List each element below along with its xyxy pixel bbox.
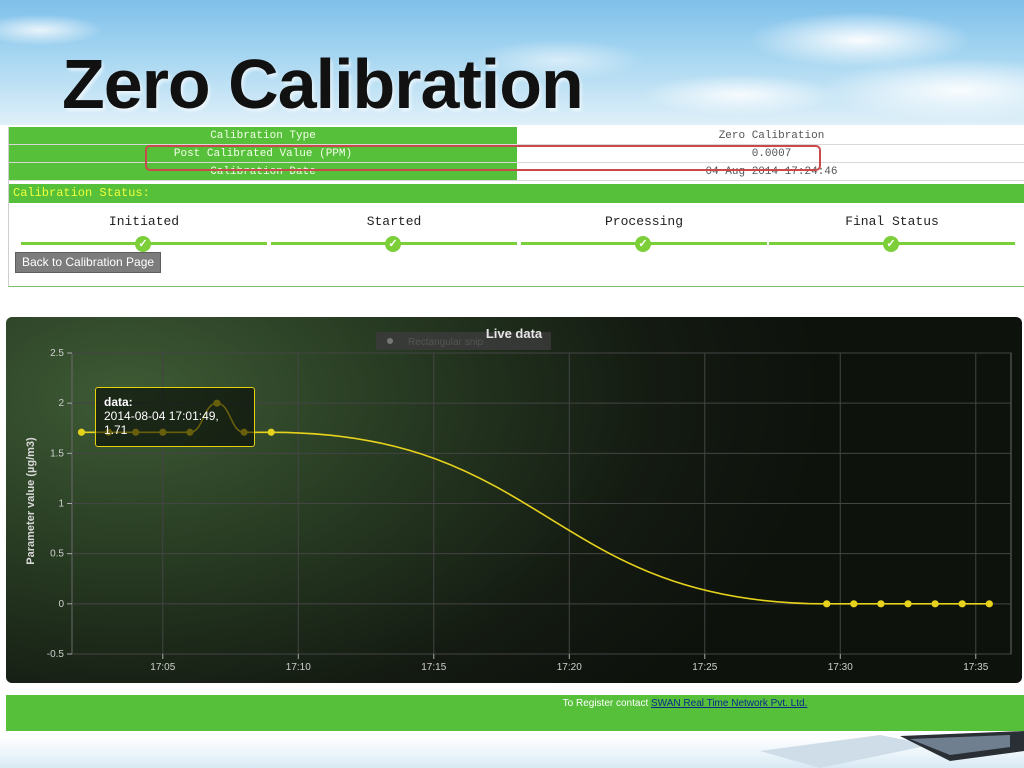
slide-title: Zero Calibration xyxy=(62,45,584,123)
y-tick-label: 0 xyxy=(58,599,64,610)
highlight-box xyxy=(145,145,821,171)
x-tick-label: 17:05 xyxy=(150,662,175,673)
step-started: Started ✓ xyxy=(271,209,517,252)
y-tick-label: 2 xyxy=(58,398,64,409)
y-tick-label: 1 xyxy=(58,499,64,510)
check-icon: ✓ xyxy=(635,236,651,252)
data-point[interactable] xyxy=(77,428,86,436)
x-tick-label: 17:30 xyxy=(828,662,853,673)
footer-text: To Register contact xyxy=(562,698,652,709)
info-row-type: Calibration Type Zero Calibration xyxy=(9,127,1024,145)
x-tick-label: 17:20 xyxy=(557,662,582,673)
x-tick-label: 17:10 xyxy=(286,662,311,673)
tooltip-value: 1.71 xyxy=(104,423,128,437)
y-tick-label: 1.5 xyxy=(50,448,64,459)
y-tick-label: 0.5 xyxy=(50,549,64,560)
data-point[interactable] xyxy=(904,600,912,608)
step-final-status: Final Status ✓ xyxy=(769,209,1015,252)
data-point[interactable] xyxy=(985,600,993,608)
step-label: Final Status xyxy=(845,214,939,229)
y-tick-label: -0.5 xyxy=(47,649,65,660)
info-label: Calibration Type xyxy=(9,127,518,144)
laptop-icon xyxy=(760,731,1024,768)
check-icon: ✓ xyxy=(883,236,899,252)
step-label: Initiated xyxy=(108,214,180,229)
data-point[interactable] xyxy=(267,428,275,436)
step-label: Processing xyxy=(604,214,683,229)
data-point[interactable] xyxy=(931,600,939,608)
calibration-panel: Calibration Type Zero Calibration Post C… xyxy=(8,127,1024,287)
x-tick-label: 17:25 xyxy=(692,662,717,673)
back-to-calibration-button[interactable]: Back to Calibration Page xyxy=(15,252,162,273)
x-tick-label: 17:35 xyxy=(963,662,988,673)
info-value: Zero Calibration xyxy=(518,127,1024,144)
footer-link[interactable]: SWAN Real Time Network Pvt. Ltd. xyxy=(651,698,807,709)
y-axis-title: Parameter value (µg/m3) xyxy=(25,437,37,565)
live-data-chart: 2.5 2 1.5 1 0.5 0 -0.5 17:05 17:10 17:15 17:20 17:2… xyxy=(6,317,1022,683)
step-initiated: Initiated ✓ xyxy=(21,209,267,252)
chart-tooltip: data: 2014-08-04 17:01:49, 1.71 xyxy=(95,387,255,447)
calibration-status-bar: Calibration Status: xyxy=(9,184,1024,203)
footer: To Register contact SWAN Real Time Netwo… xyxy=(6,695,1024,731)
step-processing: Processing ✓ xyxy=(521,209,767,252)
calibration-steps: Initiated ✓ Started ✓ Processing ✓ Final… xyxy=(9,209,1024,252)
check-icon: ✓ xyxy=(135,236,151,252)
chart-title: Live data xyxy=(486,326,543,341)
data-point[interactable] xyxy=(958,600,966,608)
gear-icon xyxy=(387,338,393,344)
chart-canvas: 2.5 2 1.5 1 0.5 0 -0.5 17:05 17:10 17:15 17:20 17:2… xyxy=(25,326,1012,673)
check-icon: ✓ xyxy=(385,236,401,252)
x-tick-label: 17:15 xyxy=(421,662,446,673)
tooltip-time: 2014-08-04 17:01:49, xyxy=(104,409,219,423)
data-point[interactable] xyxy=(823,600,831,608)
chart-menu-label: Rectangular snip xyxy=(408,337,483,348)
y-tick-label: 2.5 xyxy=(50,348,64,359)
step-label: Started xyxy=(366,214,422,229)
data-point[interactable] xyxy=(877,600,885,608)
tooltip-series: data: xyxy=(104,395,133,409)
data-point[interactable] xyxy=(850,600,858,608)
